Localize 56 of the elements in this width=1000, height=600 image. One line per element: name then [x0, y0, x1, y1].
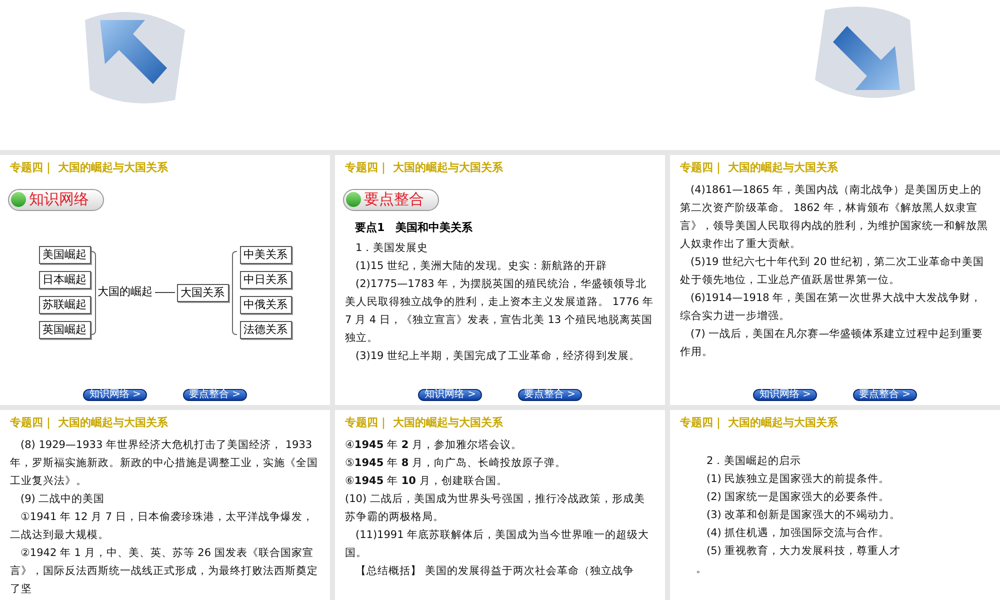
slide-thumbnail[interactable] [0, 410, 330, 600]
hub-box: 大国关系 [176, 284, 228, 302]
body-paragraph: (5)19 世纪六七十年代到 20 世纪初，第二次工业革命中美国处于领先地位，工业总产值跃居世界第一位。 [680, 254, 986, 288]
nav-button[interactable]: 要点整合 > [853, 389, 917, 401]
body-paragraph: (1) 民族独立是国家强大的前提条件。 [706, 472, 891, 486]
nav-button[interactable]: 知识网络 > [753, 389, 817, 401]
nav-button[interactable]: 知识网络 > [83, 389, 147, 401]
nav-button[interactable]: 知识网络 > [418, 389, 482, 401]
body-paragraph: (11)1991 年底苏联解体后，美国成为当今世界唯一的超级大国。 [345, 528, 650, 560]
body-paragraph: (9) 二战中的美国 [20, 492, 106, 506]
body-paragraph: (3)19 世纪上半期，美国完成了工业革命，经济得到发展。 [354, 348, 642, 364]
nav-button[interactable]: 要点整合 > [518, 389, 582, 401]
body-paragraph: 2．美国崛起的启示 [706, 454, 802, 468]
topic-box: 中俄关系 [240, 296, 292, 314]
body-paragraph: 。 [696, 562, 708, 576]
slide-header: 专题四｜ 大国的崛起与大国关系 [679, 415, 839, 431]
body-paragraph: (1)15 世纪，美洲大陆的发现。史实：新航路的开辟 [354, 258, 608, 274]
body-paragraph: (7) 一战后，美国在凡尔赛—华盛顿体系建立过程中起到重要作用。 [680, 326, 984, 360]
body-paragraph: ①1941 年 12 月 7 日，日本偷袭珍珠港，太平洋战争爆发，二战达到最大规模。 [10, 510, 314, 542]
body-paragraph: (4)1861—1865 年，美国内战（南北战争）是美国历史上的第二次资产阶级革命。 1862 年，林肯颁布《解放黑人奴隶宣言》，领导美国人民取得内战的胜利，为维护国家统一和解放黑人奴隶作出了重大贡献。 [680, 182, 989, 252]
body-paragraph: ⑥1945 年 10 月，创建联合国。 [345, 474, 508, 488]
topic-box: 法德关系 [240, 321, 292, 339]
topic-box: 日本崛起 [38, 271, 90, 289]
slide-thumbnail[interactable]: 专题四｜ 大国的崛起与大国关系 ④1945 年 2 月，参加雅尔塔会议。 ⑤1945 年 8 月，向广岛、长崎投放原子弹。 ⑥1945 年 10 月，创建联合国。 (10) 二战后，美国成为世界头号强国，推行冷战政策，形成美苏争霸的两极格局。 (11)1991 年底苏联解体后，美国成为当今世界唯一的超级大国。 【总结概括】 美国的发展得益于两次社会革命（独立战争 [335, 410, 665, 600]
slide-header: 专题四｜ 大国的崛起与大国关系 [679, 160, 839, 176]
body-paragraph: (2) 国家统一是国家强大的必要条件。 [706, 490, 891, 504]
slide-header: 专题四｜ 大国的崛起与大国关系 [9, 415, 169, 431]
body-paragraph: 【总结概括】 美国的发展得益于两次社会革命（独立战争 [354, 564, 635, 578]
section-badge: 知识网络 [8, 188, 104, 210]
slide-header: 专题四｜ 大国的崛起与大国关系 [344, 160, 504, 176]
body-paragraph: (5) 重视教育，大力发展科技，尊重人才 [706, 544, 902, 558]
point-heading: 要点1 美国和中美关系 [355, 220, 474, 236]
section-badge: 要点整合 [343, 188, 439, 210]
body-paragraph: (2)1775—1783 年，为摆脱英国的殖民统治，华盛顿领导北美人民取得独立战争的胜利，走上资本主义发展道路。 1776 年 7 月 4 日，《独立宣言》发表，宣告北美 13 个殖民地脱离英国独立。 [345, 276, 654, 346]
slide-header: 专题四｜ 大国的崛起与大国关系 [344, 415, 504, 431]
center-label: 大国的崛起 [98, 284, 152, 300]
slide-thumbnail[interactable] [335, 155, 665, 405]
topic-box: 中日关系 [240, 271, 292, 289]
topic-box: 美国崛起 [38, 246, 90, 264]
slide-header: 专题四｜ 大国的崛起与大国关系 [9, 160, 169, 176]
body-paragraph: (8) 1929—1933 年世界经济大危机打击了美国经济， 1933 年，罗斯福实施新政。新政的中心措施是调整工业，实施《全国工业复兴法》。 [10, 438, 319, 488]
nav-button[interactable]: 要点整合 > [183, 389, 247, 401]
topic-box: 苏联崛起 [38, 296, 90, 314]
body-paragraph: (10) 二战后，美国成为世界头号强国，推行冷战政策，形成美苏争霸的两极格局。 [345, 492, 646, 524]
slide-thumbnail[interactable]: 专题四｜ 大国的崛起与大国关系 知识网络 美国崛起 日本崛起 苏联崛起 英国崛起 大国的崛起 大国关系 中美关系 中日关系 中俄关系 法德关系 知识网络 > 要点整合 > [0, 155, 330, 405]
body-paragraph: (3) 改革和创新是国家强大的不竭动力。 [706, 508, 902, 522]
body-paragraph: ②1942 年 1 月，中、美、英、苏等 26 国发表《联合国家宣言》，国际反法西斯统一战线正式形成，为最终打败法西斯奠定了坚 [10, 546, 319, 596]
slide-thumbnail[interactable]: 专题四｜ 大国的崛起与大国关系 2．美国崛起的启示 (1) 民族独立是国家强大的前提条件。 (2) 国家统一是国家强大的必要条件。 (3) 改革和创新是国家强大的不竭动力。 (4) 抓住机遇，加强国际交流与合作。 (5) 重视教育，大力发展科技，尊重人才 。 [670, 410, 1000, 600]
body-paragraph: ⑤1945 年 8 月，向广岛、长崎投放原子弹。 [345, 456, 567, 470]
topic-box: 英国崛起 [38, 321, 90, 339]
body-paragraph: 1．美国发展史 [354, 240, 430, 256]
topic-box: 中美关系 [240, 246, 292, 264]
body-paragraph: (6)1914—1918 年，美国在第一次世界大战中大发战争财，综合实力进一步增强。 [680, 290, 983, 324]
slide-thumbnail[interactable] [670, 155, 1000, 405]
body-paragraph: (4) 抓住机遇，加强国际交流与合作。 [706, 526, 891, 540]
body-paragraph: ④1945 年 2 月，参加雅尔塔会议。 [345, 438, 523, 452]
